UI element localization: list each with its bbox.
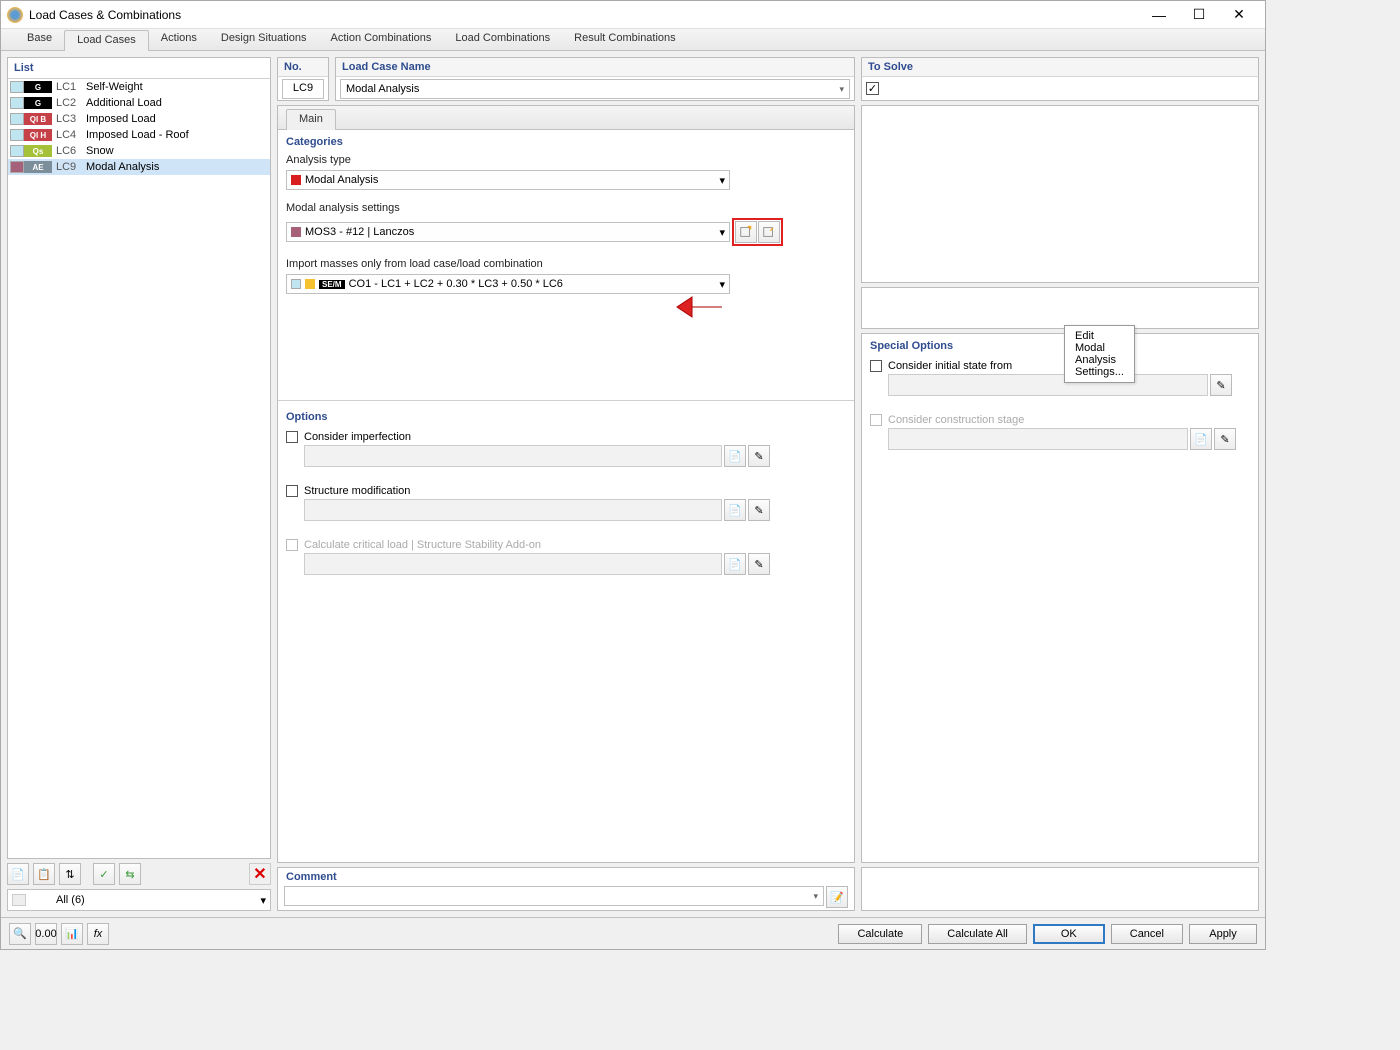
sort-icon[interactable]: ⇅ — [59, 863, 81, 885]
critical-load-label: Calculate critical load | Structure Stab… — [304, 539, 541, 551]
units-icon[interactable]: 0.00 — [35, 923, 57, 945]
list-item[interactable]: QsLC6Snow — [8, 143, 270, 159]
critical-load-checkbox — [286, 539, 298, 551]
filter-value: All (6) — [56, 894, 85, 906]
app-icon — [7, 7, 23, 23]
comment-input[interactable]: ▾ — [284, 886, 824, 906]
tab-load-cases[interactable]: Load Cases — [64, 30, 149, 51]
copy-icon[interactable]: 📋 — [33, 863, 55, 885]
import-masses-dropdown[interactable]: SE/M CO1 - LC1 + LC2 + 0.30 * LC3 + 0.50… — [286, 274, 730, 294]
comment-title: Comment — [278, 868, 854, 886]
special-options-title: Special Options — [862, 334, 1258, 356]
tab-load-combinations[interactable]: Load Combinations — [443, 29, 562, 50]
edit-icon[interactable]: ✎ — [748, 499, 770, 521]
modal-settings-dropdown[interactable]: MOS3 - #12 | Lanczos ▾ — [286, 222, 730, 242]
tooltip: Edit Modal Analysis Settings... — [1064, 325, 1135, 383]
construction-stage-field — [888, 428, 1188, 450]
analysis-type-dropdown[interactable]: Modal Analysis ▾ — [286, 170, 730, 190]
calculate-button[interactable]: Calculate — [838, 924, 922, 944]
window-title: Load Cases & Combinations — [29, 8, 1139, 22]
arrow-annotation-icon — [674, 294, 724, 320]
initial-state-field[interactable] — [888, 374, 1208, 396]
delete-button[interactable]: ✕ — [249, 863, 271, 885]
calculate-all-button[interactable]: Calculate All — [928, 924, 1027, 944]
right-panel-top — [861, 105, 1259, 283]
edit-icon: ✎ — [748, 553, 770, 575]
imperfection-field[interactable] — [304, 445, 722, 467]
list-item[interactable]: QI HLC4Imposed Load - Roof — [8, 127, 270, 143]
tab-main[interactable]: Main — [286, 109, 336, 130]
fx-icon[interactable]: fx — [87, 923, 109, 945]
edit-icon[interactable]: ✎ — [1210, 374, 1232, 396]
no-header: No. — [278, 58, 328, 77]
new-icon[interactable]: 📄 — [724, 499, 746, 521]
help-icon[interactable]: 🔍 — [9, 923, 31, 945]
list-item[interactable]: AELC9Modal Analysis — [8, 159, 270, 175]
new-settings-icon[interactable] — [735, 221, 757, 243]
structure-mod-checkbox[interactable] — [286, 485, 298, 497]
categories-title: Categories — [278, 130, 854, 152]
list-title: List — [8, 58, 270, 79]
tab-base[interactable]: Base — [15, 29, 64, 50]
list-item[interactable]: GLC1Self-Weight — [8, 79, 270, 95]
filter-dropdown[interactable]: All (6) ▾ — [7, 889, 271, 911]
highlight-box — [732, 218, 783, 246]
analysis-type-label: Analysis type — [278, 152, 854, 168]
cancel-button[interactable]: Cancel — [1111, 924, 1183, 944]
maximize-button[interactable]: ☐ — [1179, 4, 1219, 26]
load-case-list[interactable]: GLC1Self-WeightGLC2Additional LoadQI BLC… — [8, 79, 270, 858]
new-icon[interactable]: 📄 — [724, 445, 746, 467]
tab-actions[interactable]: Actions — [149, 29, 209, 50]
uncheck-icon[interactable]: ⇆ — [119, 863, 141, 885]
structure-mod-label: Structure modification — [304, 485, 410, 497]
right-panel-mid — [861, 287, 1259, 329]
structure-mod-field[interactable] — [304, 499, 722, 521]
construction-stage-label: Consider construction stage — [888, 414, 1024, 426]
list-item[interactable]: QI BLC3Imposed Load — [8, 111, 270, 127]
initial-state-label: Consider initial state from — [888, 360, 1012, 372]
edit-icon: ✎ — [1214, 428, 1236, 450]
import-masses-label: Import masses only from load case/load c… — [278, 256, 854, 272]
consider-imperfection-checkbox[interactable] — [286, 431, 298, 443]
comment-edit-icon[interactable]: 📝 — [826, 886, 848, 908]
construction-stage-checkbox — [870, 414, 882, 426]
options-title: Options — [278, 405, 778, 427]
close-button[interactable]: ✕ — [1219, 4, 1259, 26]
edit-icon[interactable]: ✎ — [748, 445, 770, 467]
list-item[interactable]: GLC2Additional Load — [8, 95, 270, 111]
critical-load-field — [304, 553, 722, 575]
tab-design-situations[interactable]: Design Situations — [209, 29, 319, 50]
tree-icon[interactable]: 📊 — [61, 923, 83, 945]
initial-state-checkbox[interactable] — [870, 360, 882, 372]
new-icon[interactable]: 📄 — [7, 863, 29, 885]
new-icon: 📄 — [1190, 428, 1212, 450]
consider-imperfection-label: Consider imperfection — [304, 431, 411, 443]
modal-settings-label: Modal analysis settings — [278, 200, 854, 216]
solve-header: To Solve — [862, 58, 1258, 77]
new-icon: 📄 — [724, 553, 746, 575]
minimize-button[interactable]: — — [1139, 4, 1179, 26]
ok-button[interactable]: OK — [1033, 924, 1105, 944]
no-input[interactable]: LC9 — [282, 79, 324, 99]
main-tabbar: Base Load Cases Actions Design Situation… — [1, 29, 1265, 51]
name-header: Load Case Name — [336, 58, 854, 77]
to-solve-checkbox[interactable] — [866, 82, 879, 95]
edit-settings-icon[interactable] — [758, 221, 780, 243]
check-icon[interactable]: ✓ — [93, 863, 115, 885]
comment-right-panel — [861, 867, 1259, 911]
name-input[interactable]: Modal Analysis▾ — [340, 79, 850, 99]
tab-action-combinations[interactable]: Action Combinations — [318, 29, 443, 50]
apply-button[interactable]: Apply — [1189, 924, 1257, 944]
titlebar: Load Cases & Combinations — ☐ ✕ — [1, 1, 1265, 29]
tab-result-combinations[interactable]: Result Combinations — [562, 29, 688, 50]
